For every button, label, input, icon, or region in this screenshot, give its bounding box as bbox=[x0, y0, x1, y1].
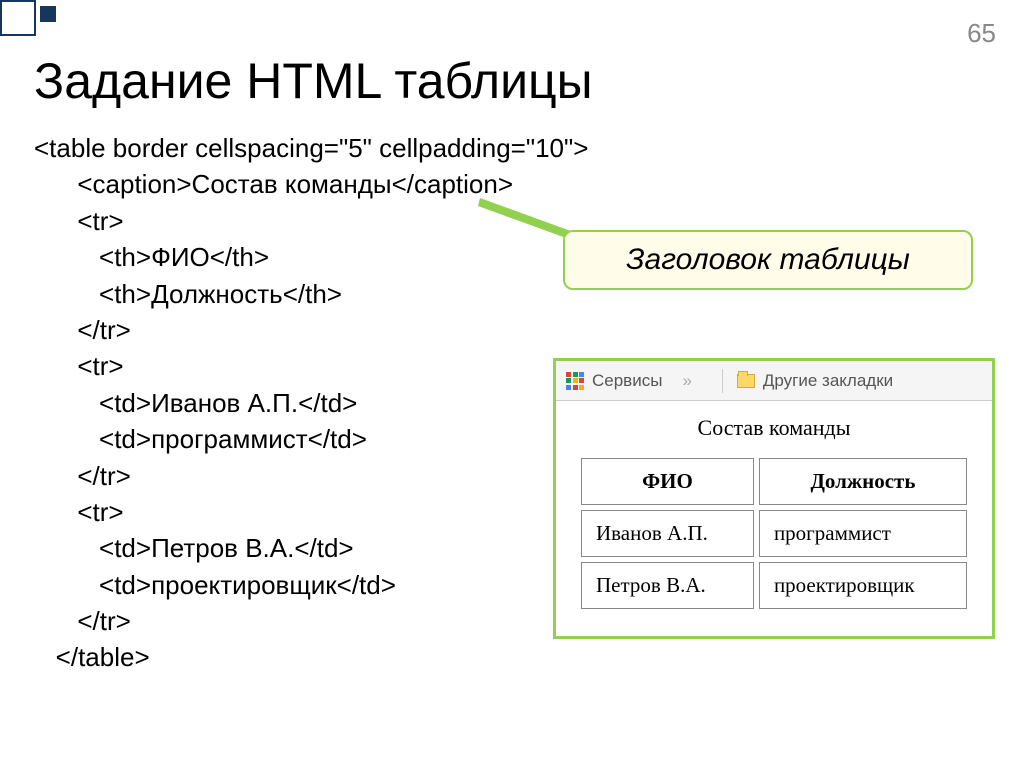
code-line: </tr> bbox=[34, 606, 131, 636]
table-cell: Иванов А.П. bbox=[581, 510, 754, 557]
callout-box: Заголовок таблицы bbox=[563, 230, 973, 290]
bookmarks-label[interactable]: Другие закладки bbox=[763, 371, 893, 391]
code-line: <table border cellspacing="5" cellpaddin… bbox=[34, 133, 588, 163]
table-row: Иванов А.П. программист bbox=[581, 510, 967, 557]
table-cell: Петров В.А. bbox=[581, 562, 754, 609]
callout-text: Заголовок таблицы bbox=[626, 243, 910, 277]
table-header-cell: ФИО bbox=[581, 458, 754, 505]
code-line: <tr> bbox=[34, 497, 124, 527]
code-line: </table> bbox=[34, 642, 150, 672]
table-header-cell: Должность bbox=[759, 458, 967, 505]
code-line: <tr> bbox=[34, 206, 124, 236]
slide-decor bbox=[0, 0, 56, 36]
slide-title: Задание HTML таблицы bbox=[34, 52, 593, 110]
browser-content: Состав команды ФИО Должность Иванов А.П.… bbox=[556, 401, 992, 636]
browser-toolbar: Сервисы » Другие закладки bbox=[556, 361, 992, 401]
table-cell: программист bbox=[759, 510, 967, 557]
code-line: <td>Иванов А.П.</td> bbox=[34, 388, 357, 418]
code-line: </tr> bbox=[34, 315, 131, 345]
page-number: 65 bbox=[967, 18, 996, 49]
table-caption: Состав команды bbox=[576, 415, 972, 441]
code-line: <th>ФИО</th> bbox=[34, 242, 269, 272]
code-line: </tr> bbox=[34, 461, 131, 491]
code-line: <td>проектировщик</td> bbox=[34, 570, 396, 600]
code-line: <caption>Состав команды</caption> bbox=[34, 169, 513, 199]
toolbar-divider bbox=[722, 369, 723, 393]
folder-icon[interactable] bbox=[737, 374, 755, 388]
table-row: ФИО Должность bbox=[581, 458, 967, 505]
browser-preview: Сервисы » Другие закладки Состав команды… bbox=[553, 358, 995, 639]
apps-grid-icon[interactable] bbox=[566, 372, 584, 390]
code-block: <table border cellspacing="5" cellpaddin… bbox=[34, 130, 588, 676]
demo-table: ФИО Должность Иванов А.П. программист Пе… bbox=[576, 453, 972, 614]
code-line: <td>программист</td> bbox=[34, 424, 367, 454]
more-chevron-icon[interactable]: » bbox=[682, 371, 691, 391]
decor-square-outline bbox=[0, 0, 36, 36]
code-line: <th>Должность</th> bbox=[34, 279, 342, 309]
table-row: Петров В.А. проектировщик bbox=[581, 562, 967, 609]
decor-square-filled bbox=[40, 6, 56, 22]
table-cell: проектировщик bbox=[759, 562, 967, 609]
code-line: <tr> bbox=[34, 351, 124, 381]
services-label[interactable]: Сервисы bbox=[592, 371, 662, 391]
code-line: <td>Петров В.А.</td> bbox=[34, 533, 354, 563]
